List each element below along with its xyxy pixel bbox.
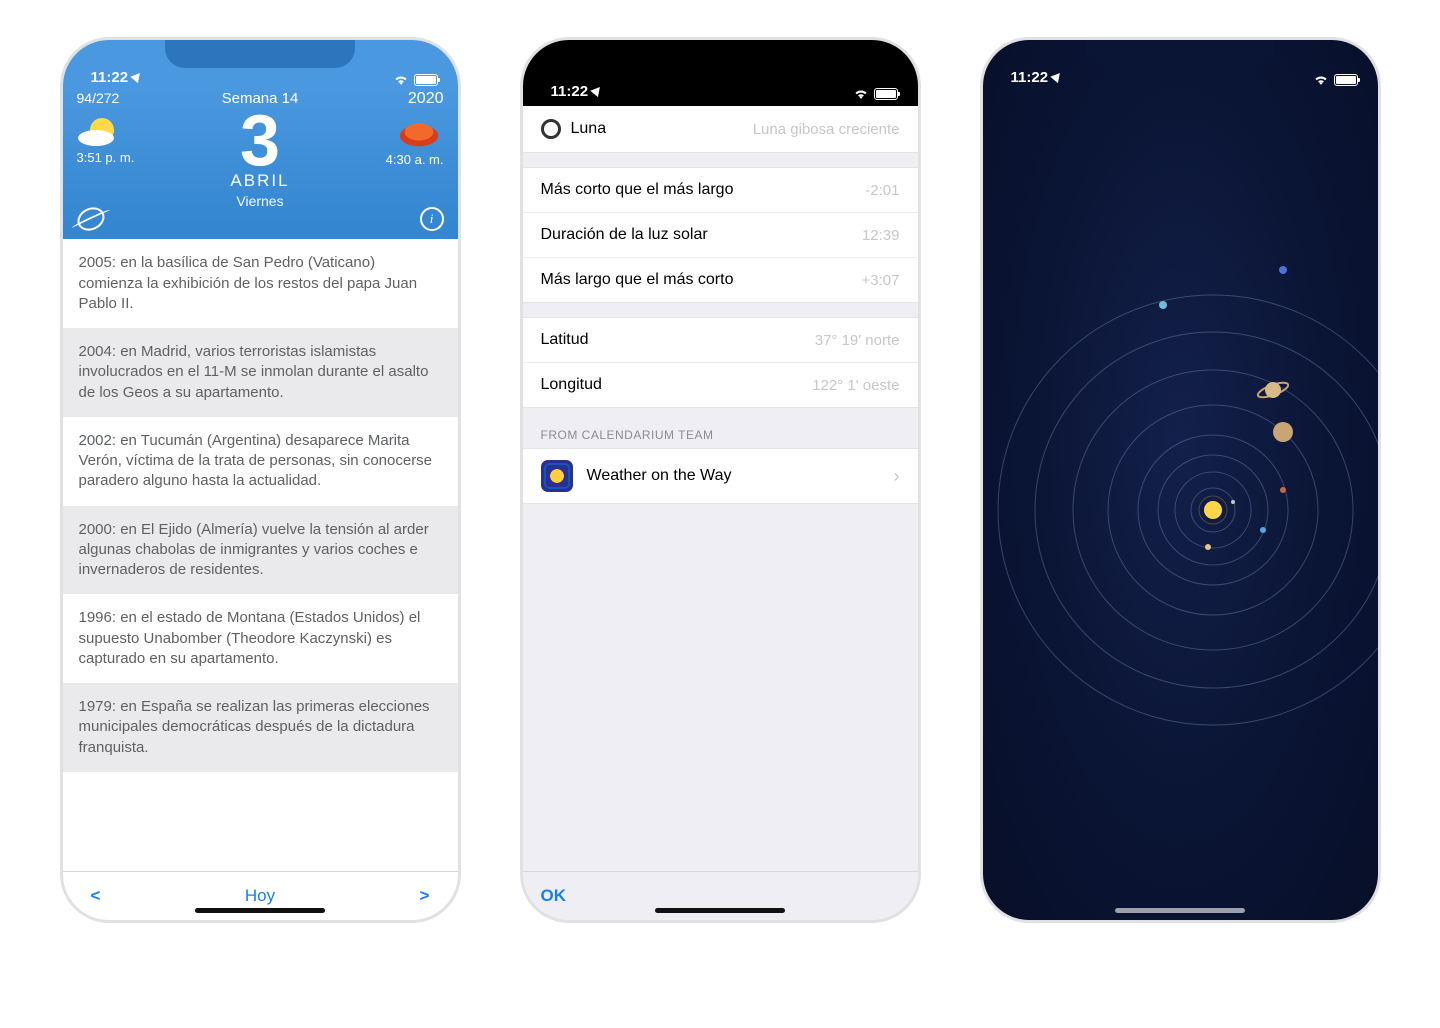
planet-icon[interactable] [73,204,108,236]
detail-row: Duración de la luz solar 12:39 [523,213,918,258]
planet-mars [1280,487,1286,493]
planet-saturn [1256,380,1289,400]
year-label: 2020 [408,90,444,108]
status-clock: 11:22 [91,69,129,86]
day-of-year: 94/272 [77,90,120,106]
chevron-right-icon: › [894,466,900,487]
detail-row: Latitud 37° 19' norte [523,318,918,363]
location-arrow-icon [590,84,603,97]
battery-icon [1334,74,1358,86]
events-list[interactable]: 2005: en la basílica de San Pedro (Vatic… [63,239,458,871]
planet-neptune [1279,266,1287,274]
weekday-label: Viernes [236,193,283,209]
moon-label: Luna [571,120,607,138]
detail-row: Más corto que el más largo -2:01 [523,168,918,213]
notch [165,40,355,68]
status-icons [1313,74,1358,86]
detail-row: Longitud 122° 1' oeste [523,363,918,407]
planet-jupiter [1273,422,1293,442]
status-time: 11:22 [551,83,603,100]
status-time: 11:22 [91,69,143,86]
planet-venus [1205,544,1211,550]
today-button[interactable]: Hoy [245,886,275,906]
prev-day-button[interactable]: < [91,886,101,906]
location-arrow-icon [1050,70,1063,83]
daylight-section: Más corto que el más largo -2:01 Duració… [523,167,918,303]
status-time: 11:22 [1011,69,1063,86]
wifi-icon [393,74,409,86]
battery-icon [874,88,898,100]
promo-header: FROM CALENDARIUM TEAM [523,408,918,448]
day-header: 94/272 3:51 p. m. Semana 14 3 ABRIL Vier… [63,88,458,239]
moon-phase-value: Luna gibosa creciente [753,121,900,138]
home-indicator[interactable] [1115,908,1245,913]
day-number: 3 [240,107,280,175]
status-icons [853,88,898,100]
event-row[interactable]: 2000: en El Ejido (Almería) vuelve la te… [63,506,458,595]
sunset-time: 3:51 p. m. [77,150,135,165]
location-arrow-icon [130,70,143,83]
sunrise-time: 4:30 a. m. [386,152,444,167]
row-key: Más largo que el más corto [541,271,734,289]
sunset-icon [77,108,125,148]
status-clock: 11:22 [1011,69,1049,86]
screenshot-day-details: 11:22 Luna Luna gibosa creciente Más cor… [523,40,918,920]
status-clock: 11:22 [551,83,589,100]
screenshot-calendar-day: 11:22 94/272 3:51 p. m. Semana 14 [63,40,458,920]
event-row[interactable]: 1979: en España se realizan las primeras… [63,683,458,772]
info-icon[interactable]: i [420,207,444,231]
planet-earth [1260,527,1266,533]
sun-icon [1204,501,1222,519]
notch [625,40,815,68]
battery-icon [414,74,438,86]
location-section: Latitud 37° 19' norte Longitud 122° 1' o… [523,317,918,408]
planet-mercury [1231,500,1235,504]
row-value: +3:07 [862,272,900,289]
promo-app-icon [541,460,573,492]
promo-app-name: Weather on the Way [587,467,894,485]
event-row[interactable]: 2005: en la basílica de San Pedro (Vatic… [63,239,458,328]
moon-phase-row[interactable]: Luna Luna gibosa creciente [523,106,918,152]
row-key: Duración de la luz solar [541,226,708,244]
detail-row: Más largo que el más corto +3:07 [523,258,918,302]
event-row[interactable]: 1996: en el estado de Montana (Estados U… [63,594,458,683]
orbit-ring [998,295,1378,725]
screenshot-solar-system: 11:22 [983,40,1378,920]
wifi-icon [1313,74,1329,86]
row-value: -2:01 [865,182,899,199]
next-day-button[interactable]: > [420,886,430,906]
row-key: Longitud [541,376,602,394]
moon-icon [541,119,561,139]
event-row[interactable]: 2002: en Tucumán (Argentina) desaparece … [63,417,458,506]
home-indicator[interactable] [655,908,785,913]
event-row[interactable]: 2004: en Madrid, varios terroristas isla… [63,328,458,417]
home-indicator[interactable] [195,908,325,913]
wifi-icon [853,88,869,100]
status-icons [393,74,438,86]
row-value: 37° 19' norte [815,332,900,349]
promo-app-row[interactable]: Weather on the Way › [523,448,918,504]
month-label: ABRIL [230,171,289,191]
row-value: 122° 1' oeste [812,377,899,394]
sunrise-icon [395,110,443,150]
row-value: 12:39 [862,227,900,244]
row-key: Latitud [541,331,589,349]
notch [1085,40,1275,68]
planet-uranus [1159,301,1167,309]
row-key: Más corto que el más largo [541,181,734,199]
solar-system-view[interactable] [983,40,1378,920]
